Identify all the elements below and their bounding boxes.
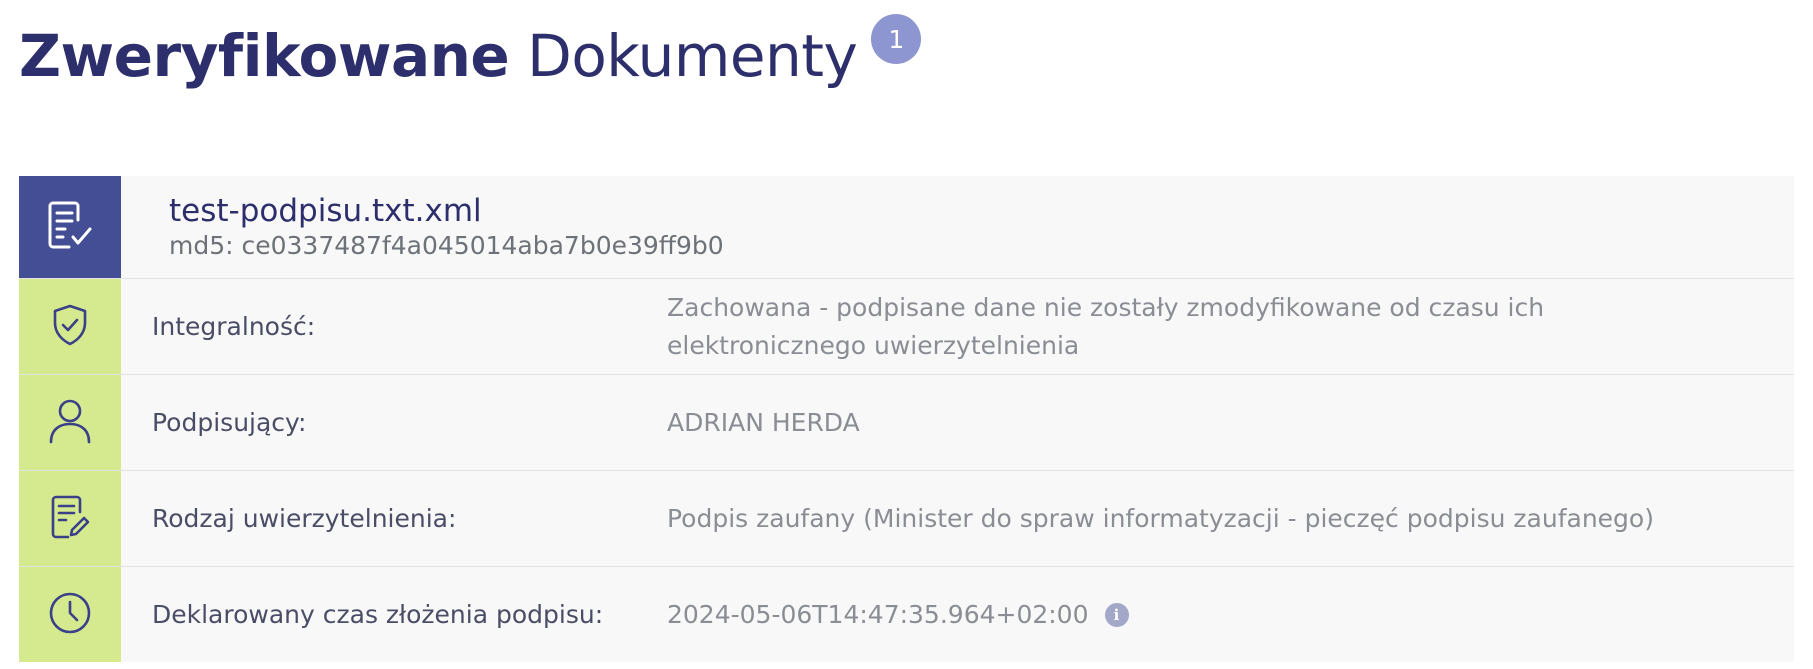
detail-label: Deklarowany czas złożenia podpisu:	[152, 600, 604, 629]
document-header-row: test-podpisu.txt.xml md5: ce0337487f4a04…	[19, 176, 1794, 279]
detail-row-auth-type: Rodzaj uwierzytelnienia: Podpis zaufany …	[19, 471, 1794, 567]
page-title-bold: Zweryfikowane	[19, 22, 510, 90]
clock-icon	[48, 591, 92, 639]
detail-icon-cell	[19, 567, 121, 662]
page-heading: Zweryfikowane Dokumenty 1	[19, 14, 922, 98]
detail-icon-cell	[19, 471, 121, 566]
detail-value-line: elektronicznego uwierzytelnienia	[667, 330, 1080, 360]
document-name: test-podpisu.txt.xml	[169, 193, 482, 229]
shield-check-icon	[51, 303, 89, 351]
document-count-badge: 1	[871, 14, 922, 64]
document-icon-cell	[19, 176, 121, 278]
document-edit-icon	[50, 494, 90, 544]
detail-label: Podpisujący:	[152, 408, 307, 437]
detail-icon-cell	[19, 279, 121, 374]
detail-row-integrity: Integralność: Zachowana - podpisane dane…	[19, 279, 1794, 375]
user-icon	[48, 398, 92, 448]
detail-value-line: Zachowana - podpisane dane nie zostały z…	[667, 292, 1545, 322]
document-card: test-podpisu.txt.xml md5: ce0337487f4a04…	[19, 176, 1794, 662]
verified-documents-page: Zweryfikowane Dokumenty 1 test-podpisu.t…	[0, 0, 1813, 669]
document-check-icon	[47, 200, 93, 254]
detail-label: Integralność:	[152, 312, 316, 341]
detail-value: 2024-05-06T14:47:35.964+02:00 i	[667, 567, 1794, 662]
detail-value: Podpis zaufany (Minister do spraw inform…	[667, 503, 1654, 533]
document-hash: md5: ce0337487f4a045014aba7b0e39ff9b0	[169, 231, 724, 260]
detail-label: Rodzaj uwierzytelnienia:	[152, 504, 457, 533]
signing-time-value: 2024-05-06T14:47:35.964+02:00	[667, 599, 1089, 629]
page-title: Zweryfikowane Dokumenty	[19, 14, 858, 98]
detail-value: Zachowana - podpisane dane nie zostały z…	[667, 279, 1794, 374]
document-info: test-podpisu.txt.xml md5: ce0337487f4a04…	[121, 176, 724, 278]
detail-row-signer: Podpisujący: ADRIAN HERDA	[19, 375, 1794, 471]
detail-row-signing-time: Deklarowany czas złożenia podpisu: 2024-…	[19, 567, 1794, 662]
detail-value: ADRIAN HERDA	[667, 407, 860, 437]
detail-icon-cell	[19, 375, 121, 470]
page-title-regular: Dokumenty	[527, 22, 858, 90]
info-icon[interactable]: i	[1104, 602, 1129, 627]
